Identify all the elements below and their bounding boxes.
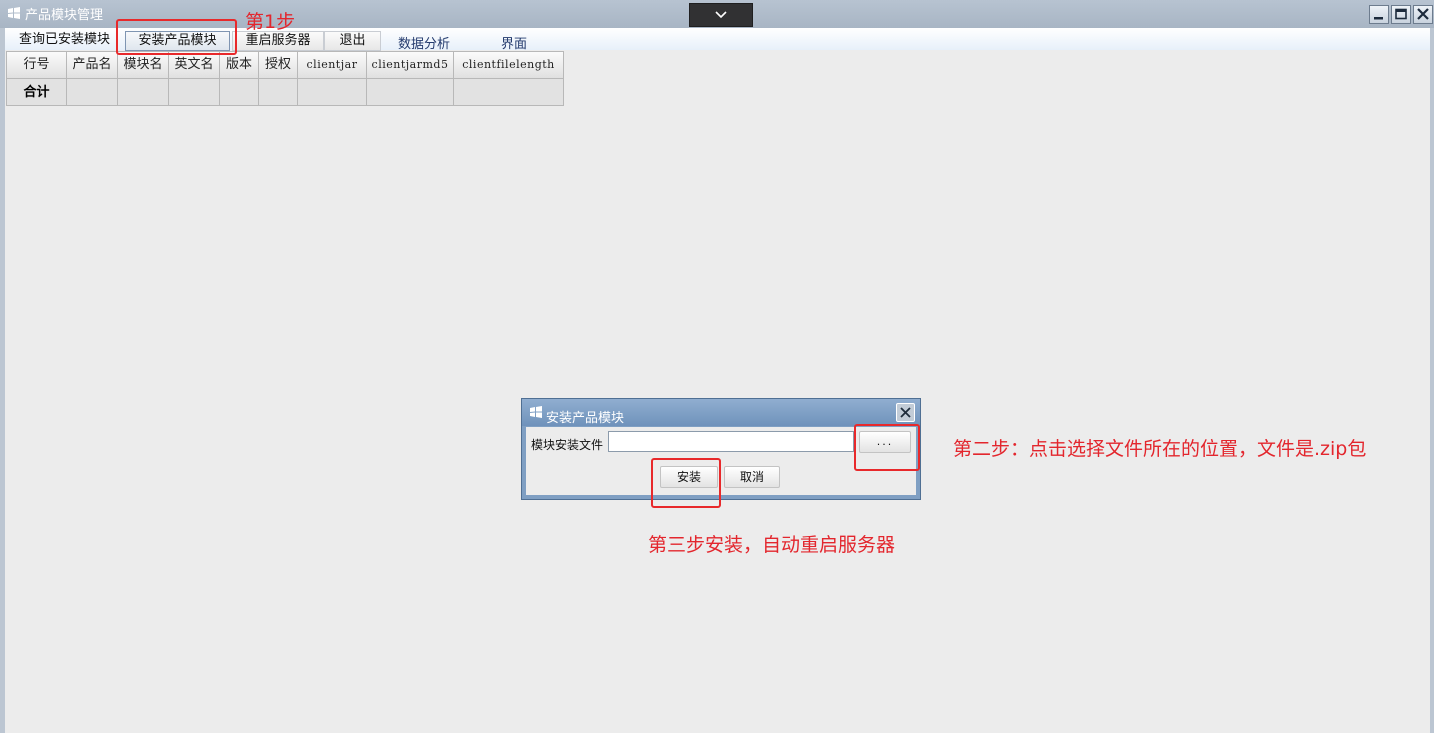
restart-server-button[interactable]: 重启服务器 bbox=[232, 31, 324, 51]
dialog-title: 安装产品模块 bbox=[546, 411, 625, 426]
total-cell bbox=[366, 79, 453, 106]
step2-annotation: 第二步：点击选择文件所在的位置，文件是.zip包 bbox=[953, 438, 1367, 460]
tab-data-analysis[interactable]: 数据分析 bbox=[398, 33, 450, 52]
total-cell bbox=[297, 79, 366, 106]
total-cell bbox=[453, 79, 564, 106]
column-header-clientfilelength[interactable]: clientfilelength bbox=[453, 51, 564, 79]
collapse-toggle-button[interactable] bbox=[689, 3, 753, 27]
step2-highlight-box bbox=[854, 424, 920, 471]
step1-highlight-box bbox=[116, 19, 237, 55]
dialog-close-button[interactable] bbox=[896, 403, 915, 422]
total-cell bbox=[66, 79, 117, 106]
module-file-input[interactable] bbox=[608, 431, 854, 452]
app-window-icon bbox=[8, 7, 20, 19]
close-icon bbox=[1417, 8, 1429, 20]
column-header-version[interactable]: 版本 bbox=[219, 51, 258, 79]
window-title: 产品模块管理 bbox=[25, 8, 104, 23]
total-cell bbox=[168, 79, 219, 106]
minimize-button[interactable] bbox=[1369, 5, 1389, 24]
tab-interface[interactable]: 界面 bbox=[501, 33, 527, 52]
total-cell bbox=[117, 79, 168, 106]
total-cell bbox=[258, 79, 297, 106]
query-installed-button[interactable]: 查询已安装模块 bbox=[7, 31, 122, 51]
minimize-icon bbox=[1374, 17, 1383, 20]
column-header-license[interactable]: 授权 bbox=[258, 51, 297, 79]
exit-button[interactable]: 退出 bbox=[324, 31, 381, 51]
close-button[interactable] bbox=[1413, 5, 1433, 24]
column-header-module-name[interactable]: 模块名 bbox=[117, 51, 168, 79]
dialog-cancel-button[interactable]: 取消 bbox=[724, 466, 780, 488]
dialog-title-bar: 安装产品模块 bbox=[522, 399, 920, 426]
maximize-icon bbox=[1395, 8, 1407, 20]
step3-highlight-box bbox=[651, 458, 721, 508]
chevron-down-icon bbox=[715, 11, 727, 19]
column-header-english-name[interactable]: 英文名 bbox=[168, 51, 219, 79]
column-header-clientjar[interactable]: clientjar bbox=[297, 51, 366, 79]
column-header-clientjarmd5[interactable]: clientjarmd5 bbox=[366, 51, 453, 79]
close-icon bbox=[900, 407, 911, 418]
column-header-product-name[interactable]: 产品名 bbox=[66, 51, 117, 79]
step1-annotation: 第1步 bbox=[245, 11, 296, 33]
table-total-row: 合计 bbox=[6, 79, 564, 106]
total-cell bbox=[219, 79, 258, 106]
dialog-window-icon bbox=[530, 406, 542, 418]
maximize-button[interactable] bbox=[1391, 5, 1411, 24]
column-header-row-number[interactable]: 行号 bbox=[6, 51, 66, 79]
window-frame bbox=[0, 0, 1434, 733]
module-file-label: 模块安装文件 bbox=[531, 438, 604, 452]
step3-annotation: 第三步安装，自动重启服务器 bbox=[648, 534, 896, 556]
table-header: 行号 产品名 模块名 英文名 版本 授权 clientjar clientjar… bbox=[6, 51, 564, 79]
total-label: 合计 bbox=[6, 79, 66, 106]
